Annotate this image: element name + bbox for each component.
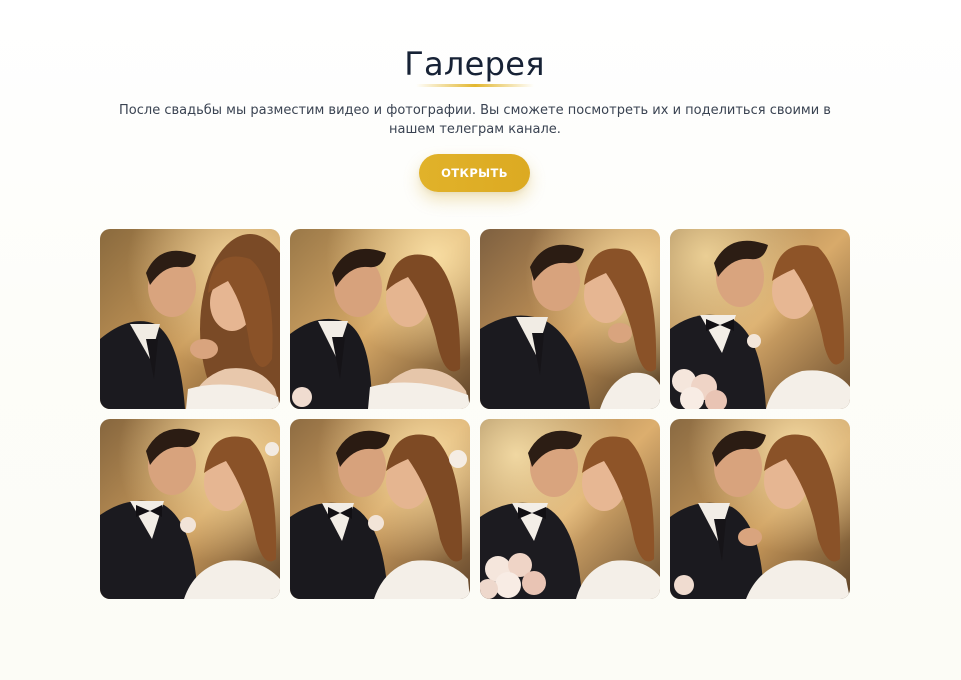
gallery-photo-1[interactable] — [100, 229, 280, 409]
gallery-photo-5[interactable] — [100, 419, 280, 599]
wedding-couple-image — [480, 229, 660, 409]
wedding-couple-image — [480, 419, 660, 599]
gallery-photo-3[interactable] — [480, 229, 660, 409]
wedding-couple-image — [290, 419, 470, 599]
wedding-couple-image — [670, 419, 850, 599]
open-gallery-button[interactable]: ОТКРЫТЬ — [419, 154, 530, 192]
gallery-photo-2[interactable] — [290, 229, 470, 409]
gallery-description: После свадьбы мы разместим видео и фотог… — [119, 103, 831, 137]
gallery-title: Галерея — [404, 45, 545, 83]
wedding-couple-image — [100, 419, 280, 599]
gallery-photo-4[interactable] — [670, 229, 850, 409]
photo-grid — [100, 229, 850, 599]
gallery-photo-6[interactable] — [290, 419, 470, 599]
gallery-section: Галерея После свадьбы мы разместим видео… — [0, 0, 961, 680]
wedding-couple-image — [290, 229, 470, 409]
gallery-photo-7[interactable] — [480, 419, 660, 599]
title-underline-decoration — [416, 84, 534, 87]
gallery-photo-8[interactable] — [670, 419, 850, 599]
wedding-couple-image — [100, 229, 280, 409]
wedding-couple-image — [670, 229, 850, 409]
